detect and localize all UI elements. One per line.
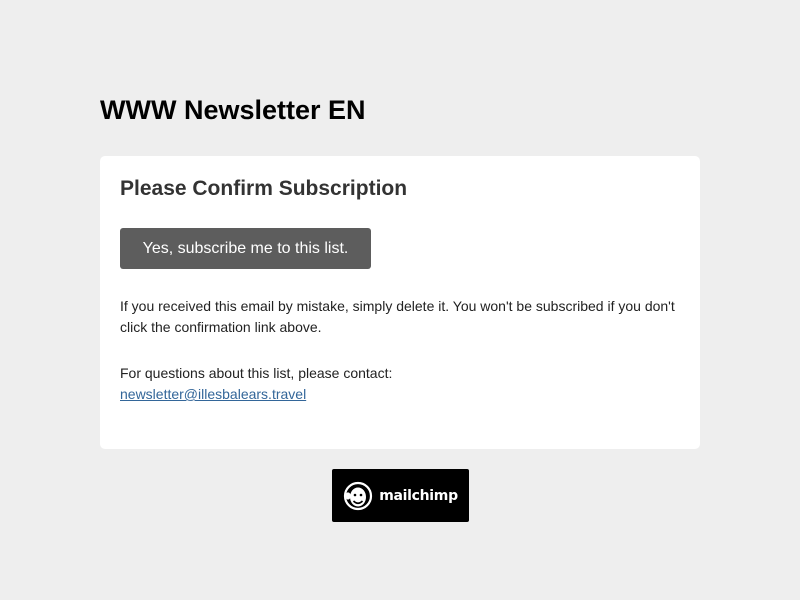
contact-block: For questions about this list, please co…	[120, 363, 682, 405]
mailchimp-badge[interactable]: mailchimp	[332, 469, 469, 522]
mistake-note: If you received this email by mistake, s…	[120, 298, 675, 335]
list-title: WWW Newsletter EN	[100, 95, 366, 125]
contact-email-link[interactable]: newsletter@illesbalears.travel	[120, 386, 306, 402]
confirm-heading: Please Confirm Subscription	[120, 177, 408, 200]
contact-label: For questions about this list, please co…	[120, 365, 393, 381]
mailchimp-wordmark: mailchimp	[379, 487, 458, 504]
page: WWW Newsletter EN Please Confirm Subscri…	[0, 0, 800, 600]
confirm-card: Please Confirm Subscription Yes, subscri…	[100, 156, 700, 449]
mailchimp-freddie-icon	[344, 481, 373, 510]
subscribe-confirm-button[interactable]: Yes, subscribe me to this list.	[120, 228, 371, 269]
